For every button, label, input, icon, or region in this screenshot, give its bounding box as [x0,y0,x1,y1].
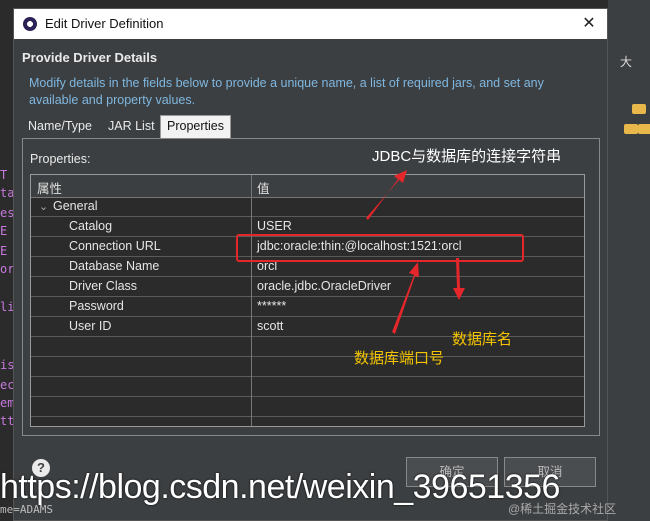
code-fragment: E [0,224,8,238]
side-tab-label[interactable]: 大 [614,52,638,73]
tab-properties[interactable]: Properties [160,115,231,138]
code-fragment: E [0,244,8,258]
property-key: Password [69,299,124,313]
grid-header: 属性 值 [31,175,584,198]
ide-top-strip [16,0,608,8]
grid-scrollbar[interactable] [585,174,595,427]
tab-jar-list[interactable]: JAR List [102,116,161,137]
close-icon[interactable]: ✕ [578,13,600,35]
property-key: User ID [69,319,112,333]
dialog-title: Edit Driver Definition [45,16,164,31]
eclipse-icon [23,17,37,31]
chevron-down-icon[interactable]: ⌄ [39,200,48,213]
column-header-value[interactable]: 值 [257,178,270,197]
property-key: Database Name [69,259,160,273]
empty-row [31,397,584,417]
properties-grid: 属性 值 ⌄ General Catalog USER Connection U… [30,174,585,427]
column-header-property[interactable]: 属性 [37,178,62,197]
property-value[interactable]: oracle.jdbc.OracleDriver [257,279,391,293]
annotation-connection-string: JDBC与数据库的连接字符串 [372,148,562,165]
dialog-titlebar[interactable]: Edit Driver Definition ✕ [14,9,607,39]
empty-row [31,377,584,397]
folder-icon[interactable] [632,104,646,114]
header-title: Provide Driver Details [22,50,158,65]
group-row-general[interactable]: ⌄ General [31,197,584,217]
edit-driver-dialog: Edit Driver Definition ✕ Provide Driver … [13,8,608,521]
group-label: General [53,199,98,213]
table-row[interactable]: Password ****** [31,297,584,317]
property-value[interactable]: ****** [257,299,286,313]
dialog-header: Provide Driver Details Modify details in… [14,39,607,117]
tab-name-type[interactable]: Name/Type [22,116,98,137]
code-bottom-line: me=ADAMS [0,503,53,516]
empty-row [31,357,584,377]
properties-label: Properties: [30,152,91,166]
connection-url-highlight [236,234,524,262]
annotation-db-name: 数据库名 [452,331,513,348]
header-description: Modify details in the fields below to pr… [29,76,544,107]
property-value[interactable]: USER [257,219,292,233]
table-row[interactable]: Driver Class oracle.jdbc.OracleDriver [31,277,584,297]
column-divider [251,175,252,426]
properties-panel: Properties: 属性 值 ⌄ General Catalog USER … [22,138,600,436]
folder-icon[interactable] [624,124,638,134]
code-fragment: T [0,168,8,182]
property-key: Connection URL [69,239,161,253]
annotation-db-port: 数据库端口号 [354,350,445,367]
property-key: Driver Class [69,279,138,293]
property-key: Catalog [69,219,113,233]
property-value[interactable]: scott [257,319,283,333]
url-watermark: https://blog.csdn.net/weixin_39651356 [0,468,560,506]
ide-side-panel: 大 [608,0,650,521]
site-watermark: @稀土掘金技术社区 [508,502,617,516]
folder-icon[interactable] [638,124,650,134]
